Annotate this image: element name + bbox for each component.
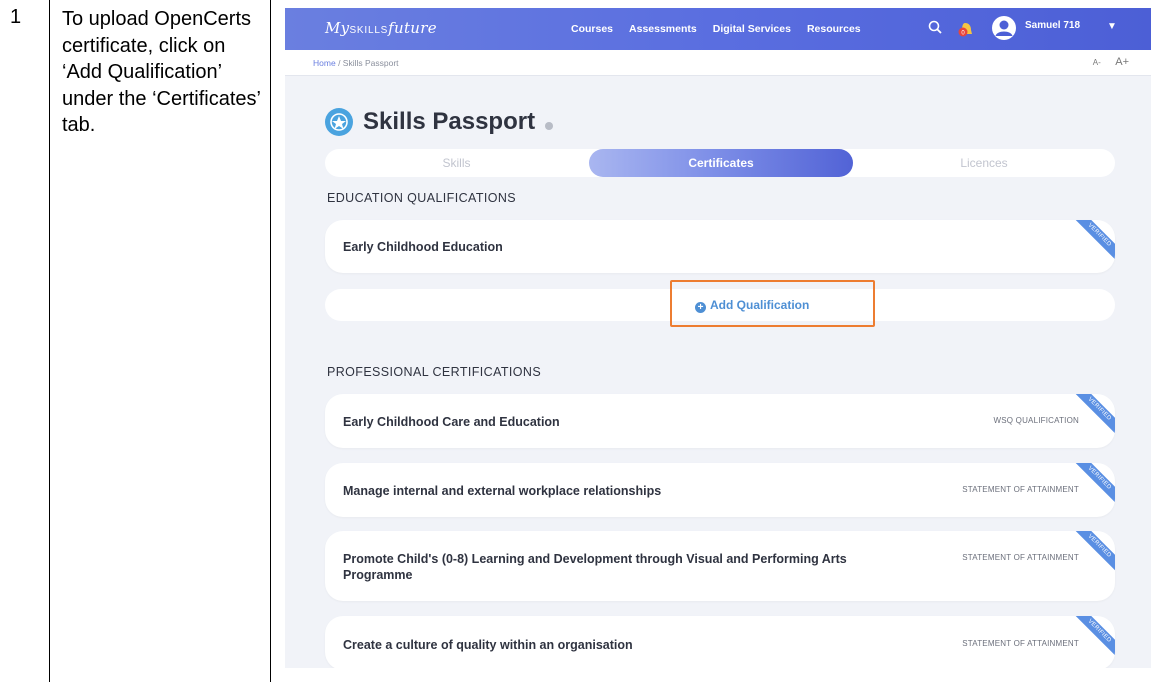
verified-ribbon: VERIFIED	[1072, 220, 1115, 263]
certification-card[interactable]: Promote Child's (0-8) Learning and Devel…	[325, 531, 1115, 601]
card-title: Early Childhood Education	[343, 240, 503, 254]
font-size-controls: A- A+	[1093, 56, 1129, 68]
qualification-card[interactable]: Early Childhood Education VERIFIED	[325, 220, 1115, 273]
verified-ribbon: VERIFIED	[1072, 531, 1115, 574]
nav-links: Courses Assessments Digital Services Res…	[571, 23, 861, 35]
verified-ribbon: VERIFIED	[1072, 463, 1115, 506]
table-border	[270, 0, 271, 682]
card-type-tag: WSQ QUALIFICATION	[993, 416, 1079, 425]
verified-ribbon: VERIFIED	[1072, 616, 1115, 659]
verified-ribbon: VERIFIED	[1072, 394, 1115, 437]
tab-certificates[interactable]: Certificates	[589, 149, 853, 177]
page-header: Skills Passport	[325, 108, 554, 136]
card-type-tag: STATEMENT OF ATTAINMENT	[962, 639, 1079, 648]
user-icon	[995, 20, 1013, 36]
card-type-tag: STATEMENT OF ATTAINMENT	[962, 553, 1079, 562]
nav-link-digital-services[interactable]: Digital Services	[713, 23, 791, 35]
education-heading: EDUCATION QUALIFICATIONS	[327, 191, 517, 205]
breadcrumb-current: Skills Passport	[342, 58, 399, 68]
nav-link-assessments[interactable]: Assessments	[629, 23, 697, 35]
nav-link-courses[interactable]: Courses	[571, 23, 613, 35]
card-title: Manage internal and external workplace r…	[343, 484, 662, 498]
card-title: Create a culture of quality within an or…	[343, 638, 633, 652]
font-decrease-button[interactable]: A-	[1093, 58, 1101, 67]
tab-bar: Skills Certificates Licences	[325, 149, 1115, 177]
page-title: Skills Passport	[363, 108, 536, 135]
card-type-tag: STATEMENT OF ATTAINMENT	[962, 485, 1079, 494]
instruction-text: To upload OpenCerts certificate, click o…	[62, 8, 261, 136]
breadcrumb-bar: Home / Skills Passport A- A+	[285, 50, 1151, 76]
tab-licences[interactable]: Licences	[853, 149, 1115, 177]
info-icon[interactable]	[545, 122, 554, 130]
certification-card[interactable]: Early Childhood Care and Education WSQ Q…	[325, 394, 1115, 448]
top-navbar: MySKILLSfuture Courses Assessments Digit…	[285, 8, 1151, 50]
search-icon[interactable]	[927, 19, 943, 35]
breadcrumb-home[interactable]: Home	[313, 58, 336, 68]
nav-link-resources[interactable]: Resources	[807, 23, 861, 35]
certification-card[interactable]: Manage internal and external workplace r…	[325, 463, 1115, 517]
user-name[interactable]: Samuel 718	[1025, 20, 1080, 31]
tab-skills[interactable]: Skills	[325, 149, 588, 177]
highlight-box	[670, 280, 875, 327]
chevron-down-icon[interactable]: ▼	[1107, 21, 1117, 32]
avatar[interactable]	[992, 16, 1016, 40]
add-qualification-row: + Add Qualification	[325, 280, 1115, 327]
logo-prefix: My	[325, 19, 350, 37]
font-increase-button[interactable]: A+	[1115, 56, 1129, 68]
skills-passport-icon	[325, 108, 353, 136]
notification-bell-icon[interactable]: 0	[957, 18, 979, 40]
screenshot: MySKILLSfuture Courses Assessments Digit…	[285, 8, 1151, 668]
logo-suffix: future	[388, 19, 437, 37]
certification-card[interactable]: Create a culture of quality within an or…	[325, 616, 1115, 668]
table-border	[49, 0, 50, 682]
logo[interactable]: MySKILLSfuture	[325, 19, 437, 37]
logo-caps: SKILLS	[349, 25, 389, 36]
card-title: Early Childhood Care and Education	[343, 415, 560, 429]
step-number: 1	[10, 6, 22, 28]
breadcrumb: Home / Skills Passport	[313, 58, 399, 68]
card-title: Promote Child's (0-8) Learning and Devel…	[343, 552, 847, 582]
professional-heading: PROFESSIONAL CERTIFICATIONS	[327, 365, 542, 379]
